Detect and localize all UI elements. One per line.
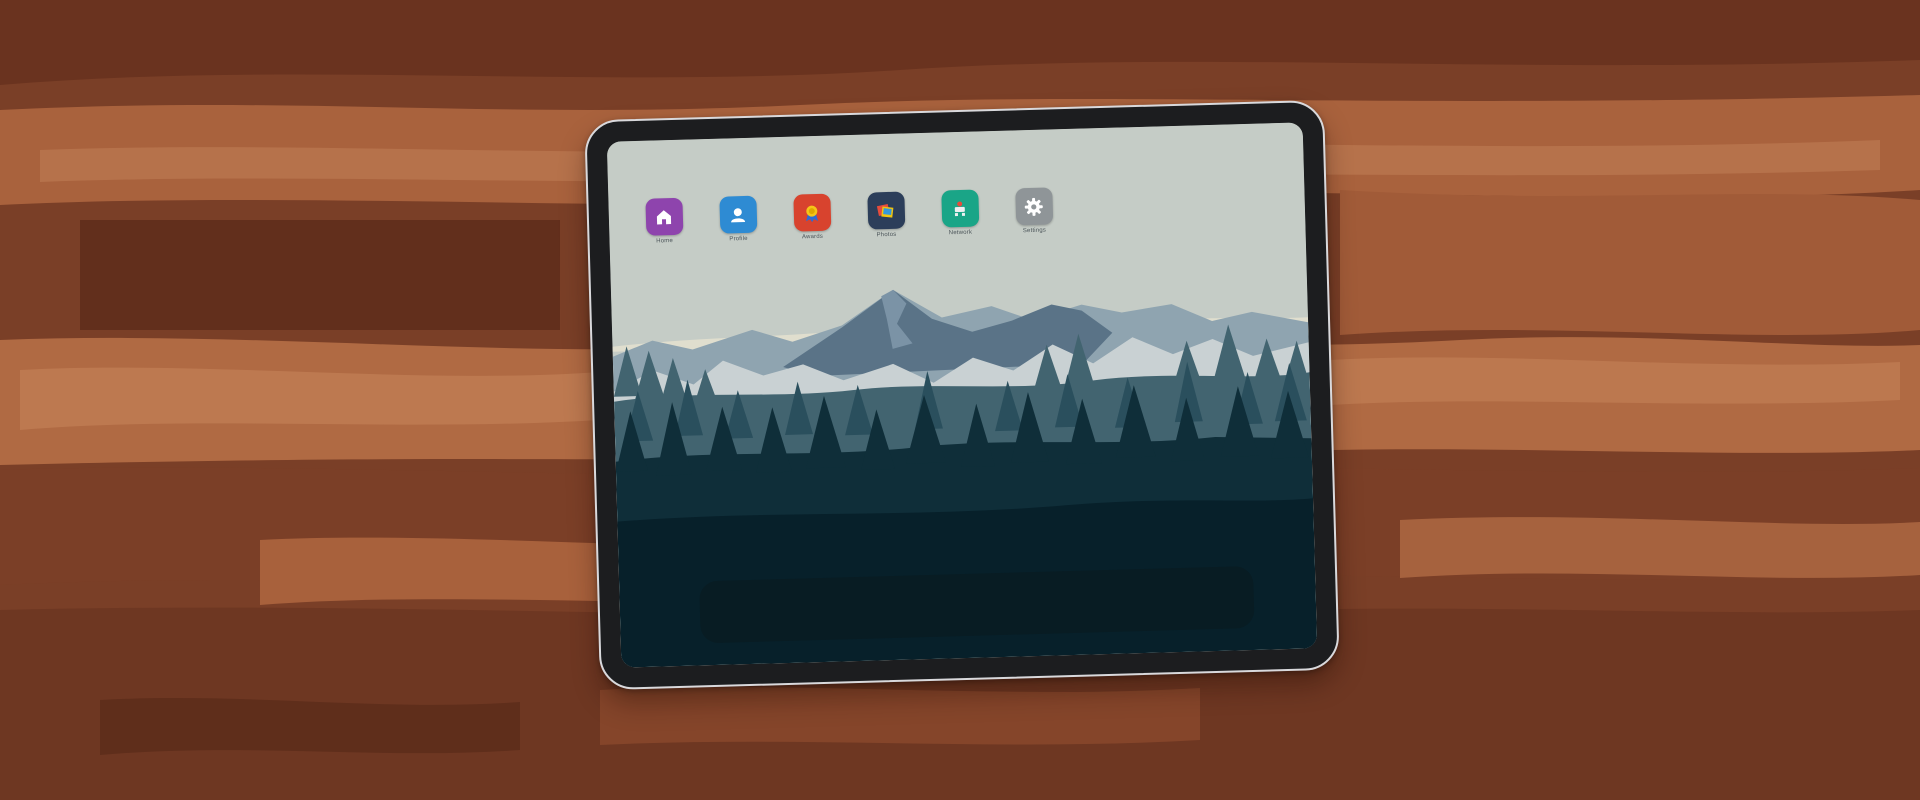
app-label: Network — [948, 229, 973, 237]
app-home[interactable]: Home — [644, 197, 683, 245]
app-photos[interactable]: Photos — [866, 191, 905, 239]
app-label: Profile — [729, 235, 748, 243]
app-awards[interactable]: Awards — [792, 193, 831, 241]
network-icon — [954, 200, 965, 216]
gear-icon — [1024, 197, 1043, 216]
house-icon — [656, 209, 672, 224]
app-label: Settings — [1022, 227, 1047, 235]
app-profile-tile[interactable] — [718, 195, 757, 234]
app-network[interactable]: Network — [940, 189, 979, 236]
app-profile[interactable]: Profile — [718, 195, 757, 243]
app-awards-tile[interactable] — [792, 193, 831, 232]
app-network-tile[interactable] — [940, 189, 979, 228]
app-label: Awards — [801, 233, 824, 241]
photos-icon — [876, 203, 894, 218]
app-photos-tile[interactable] — [866, 191, 905, 230]
app-label: Photos — [876, 231, 897, 239]
tablet-screen: Home Profile Awards Photos Network Setti… — [606, 122, 1318, 668]
app-home-tile[interactable] — [644, 197, 683, 236]
app-settings-tile[interactable] — [1014, 187, 1053, 226]
person-icon — [731, 207, 746, 222]
app-label: Home — [656, 238, 674, 245]
ribbon-award-icon — [806, 205, 819, 222]
tablet-device: Home Profile Awards Photos Network Setti… — [584, 99, 1340, 691]
app-settings[interactable]: Settings — [1014, 187, 1053, 234]
